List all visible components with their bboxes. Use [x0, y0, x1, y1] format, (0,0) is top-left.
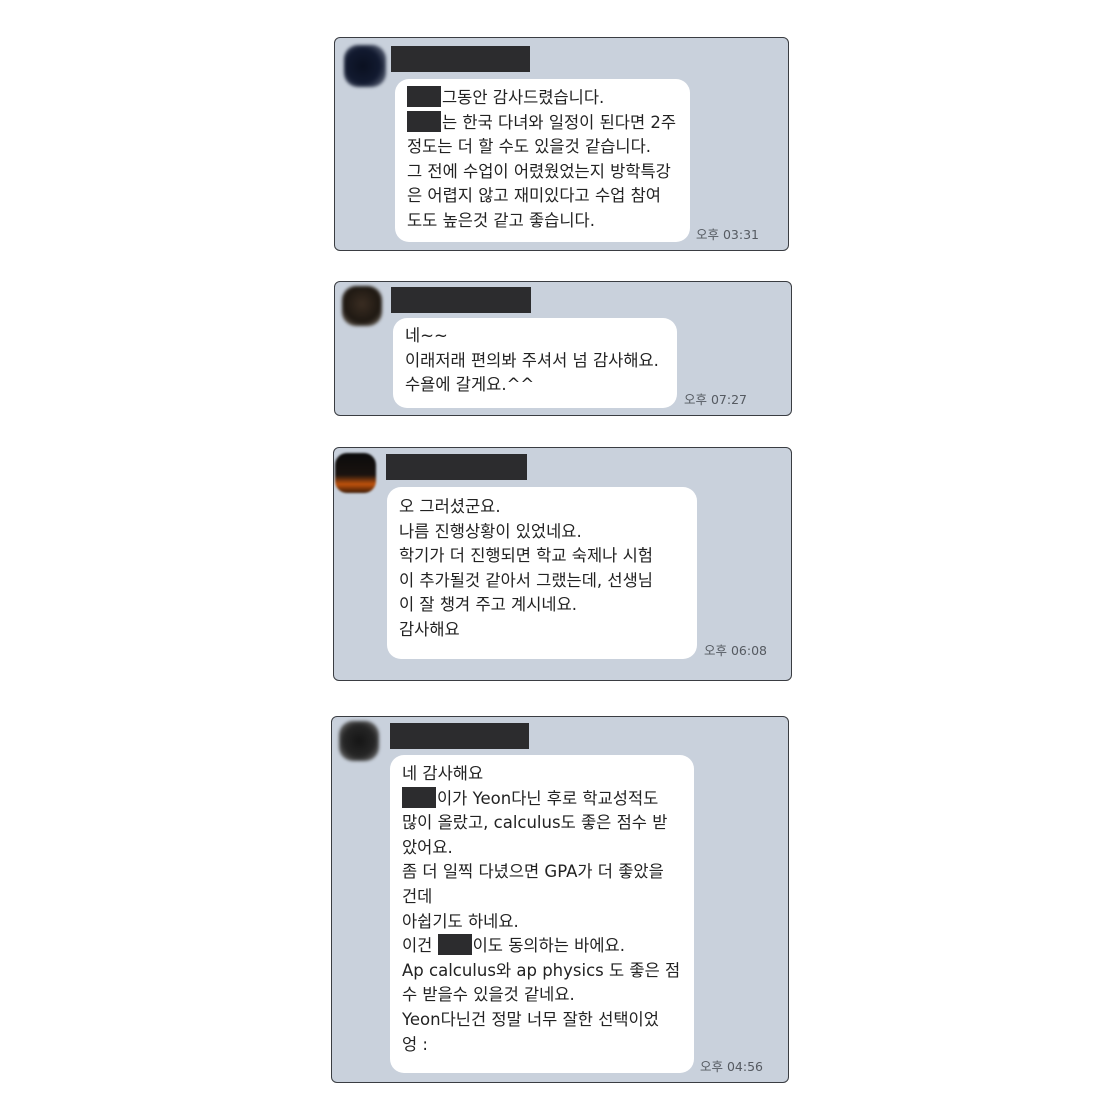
message-line: 은 어렵지 않고 재미있다고 수업 참여 [407, 184, 678, 209]
message-line-text: 수욜에 갈게요.^^ [405, 375, 535, 395]
chat-screenshot-card: 네~~ 이래저래 편의봐 주셔서 넘 감사해요. 수욜에 갈게요.^^ 오후 07:… [334, 281, 792, 416]
message-line-text: 은 어렵지 않고 재미있다고 수업 참여 [407, 186, 661, 206]
message-line-text: 정도는 더 할 수도 있을것 같습니다. [407, 137, 651, 157]
chat-screenshot-card: 네 감사해요이가 Yeon다닌 후로 학교성적도많이 올랐고, calculus… [331, 716, 789, 1083]
message-bubble: 오 그러셨군요. 나름 진행상황이 있었네요. 학기가 더 진행되면 학교 숙제나 … [387, 487, 697, 659]
message-line-text: 도도 높은것 같고 좋습니다. [407, 210, 595, 230]
redacted-name-block [407, 86, 441, 107]
message-line: 나름 진행상황이 있었네요. [399, 520, 685, 545]
message-line-text: 는 한국 다녀와 일정이 된다면 2주 [442, 112, 677, 132]
message-line-text: 그 전에 수업이 어렸웠었는지 방학특강 [407, 161, 671, 181]
message-line-text: 이 잘 챙겨 주고 계시네요. [399, 595, 578, 615]
message-line-text: 좀 더 일찍 다녔으면 GPA가 더 좋았을 [402, 862, 664, 882]
message-line: 이 추가될것 같아서 그랬는데, 선생님 [399, 569, 685, 594]
message-line-text: 이도 동의하는 바에요. [472, 936, 625, 956]
message-line: 건데 [402, 885, 682, 910]
message-line-text: 나름 진행상황이 있었네요. [399, 521, 582, 541]
redacted-sender-name [386, 454, 527, 480]
message-line: 도도 높은것 같고 좋습니다. [407, 209, 678, 234]
message-line: 오 그러셨군요. [399, 495, 685, 520]
message-line-text: 았어요. [402, 837, 453, 857]
redacted-sender-name [390, 723, 529, 749]
message-line: 네~~ [405, 324, 665, 349]
message-line-text: 감사해요 [399, 619, 460, 639]
message-line-text: Yeon다닌건 정말 너무 잘한 선택이었 [402, 1009, 659, 1029]
message-timestamp: 오후 06:08 [704, 643, 767, 658]
message-line-text: 많이 올랐고, calculus도 좋은 점수 받 [402, 813, 668, 833]
message-line: 수욜에 갈게요.^^ [405, 373, 665, 398]
profile-avatar[interactable] [344, 45, 386, 87]
message-line: Yeon다닌건 정말 너무 잘한 선택이었 [402, 1008, 682, 1033]
message-line-text: 이 추가될것 같아서 그랬는데, 선생님 [399, 570, 653, 590]
redacted-name-block [407, 110, 441, 132]
redacted-sender-name [391, 287, 531, 313]
message-line: 이건 이도 동의하는 바에요. [402, 934, 682, 959]
message-line: 감사해요 [399, 618, 685, 643]
profile-avatar[interactable] [335, 453, 376, 493]
message-line: Ap calculus와 ap physics 도 좋은 점 [402, 959, 682, 984]
message-line: 수 받을수 있을것 같네요. [402, 983, 682, 1008]
message-line: 네 감사해요 [402, 762, 682, 787]
message-timestamp: 오후 04:56 [700, 1059, 763, 1074]
message-line: 이 잘 챙겨 주고 계시네요. [399, 593, 685, 618]
message-timestamp: 오후 03:31 [696, 227, 759, 242]
redacted-name-block [437, 934, 472, 956]
message-line: 이가 Yeon다닌 후로 학교성적도 [402, 786, 682, 812]
message-line: 이래저래 편의봐 주셔서 넘 감사해요. [405, 349, 665, 374]
message-line: 학기가 더 진행되면 학교 숙제나 시험 [399, 544, 685, 569]
message-line-text: 학기가 더 진행되면 학교 숙제나 시험 [399, 546, 653, 566]
redacted-sender-name [391, 46, 530, 72]
message-line-text: 네~~ [405, 326, 448, 345]
message-line: 그동안 감사드렸습니다. [407, 86, 678, 111]
redacted-name-block [402, 786, 436, 808]
message-line: 정도는 더 할 수도 있을것 같습니다. [407, 135, 678, 160]
message-timestamp: 오후 07:27 [684, 392, 747, 407]
chat-screenshot-card: 오 그러셨군요. 나름 진행상황이 있었네요. 학기가 더 진행되면 학교 숙제나 … [333, 447, 792, 681]
message-line-text: 이가 Yeon다닌 후로 학교성적도 [437, 788, 659, 808]
message-line: 았어요. [402, 836, 682, 861]
message-line: 많이 올랐고, calculus도 좋은 점수 받 [402, 811, 682, 836]
message-bubble: 네~~ 이래저래 편의봐 주셔서 넘 감사해요. 수욜에 갈게요.^^ [393, 318, 677, 408]
message-line-text: 엉 : [402, 1034, 428, 1054]
message-bubble: 네 감사해요이가 Yeon다닌 후로 학교성적도많이 올랐고, calculus… [390, 755, 694, 1073]
profile-avatar[interactable] [342, 286, 382, 326]
message-line-text: 아쉽기도 하네요. [402, 911, 519, 931]
message-line: 좀 더 일찍 다녔으면 GPA가 더 좋았을 [402, 860, 682, 885]
message-line-text: 건데 [402, 886, 433, 906]
profile-avatar[interactable] [339, 721, 379, 761]
message-line-text: Ap calculus와 ap physics 도 좋은 점 [402, 960, 681, 980]
message-line-text: 수 받을수 있을것 같네요. [402, 985, 575, 1005]
message-line-prefix: 이건 [402, 936, 438, 956]
message-line: 아쉽기도 하네요. [402, 910, 682, 935]
message-line-text: 오 그러셨군요. [399, 497, 501, 516]
message-line: 는 한국 다녀와 일정이 된다면 2주 [407, 110, 678, 136]
message-line-text: 그동안 감사드렸습니다. [442, 88, 605, 107]
message-line-text: 이래저래 편의봐 주셔서 넘 감사해요. [405, 350, 659, 370]
message-line: 엉 : [402, 1033, 682, 1058]
message-line-text: 네 감사해요 [402, 764, 484, 783]
message-line: 그 전에 수업이 어렸웠었는지 방학특강 [407, 160, 678, 185]
chat-screenshot-card: 그동안 감사드렸습니다. 는 한국 다녀와 일정이 된다면 2주정도는 더 할 수… [334, 37, 789, 251]
message-bubble: 그동안 감사드렸습니다. 는 한국 다녀와 일정이 된다면 2주정도는 더 할 수… [395, 79, 690, 242]
